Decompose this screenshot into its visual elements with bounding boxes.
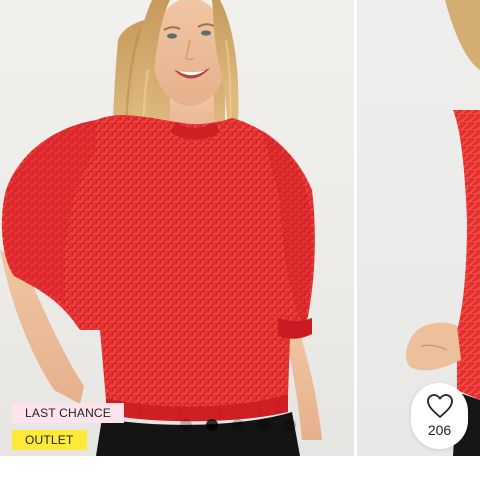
- favorite-count: 206: [427, 422, 452, 438]
- model-photo: [0, 0, 322, 456]
- product-image-main[interactable]: [0, 0, 354, 456]
- model-photo-back: [406, 0, 480, 456]
- product-image-next[interactable]: [357, 0, 480, 456]
- pagination-dot[interactable]: [232, 419, 244, 431]
- product-page: LAST CHANCE OUTLET 206: [0, 0, 480, 480]
- heart-outline-icon: [426, 394, 453, 418]
- product-image-carousel[interactable]: [0, 0, 480, 456]
- page-bottom-spacer: [0, 456, 480, 480]
- outlet-badge: OUTLET: [12, 430, 87, 450]
- favorite-button[interactable]: 206: [411, 383, 468, 449]
- carousel-pagination: [180, 419, 296, 431]
- pagination-dot[interactable]: [258, 419, 270, 431]
- pagination-dot[interactable]: [180, 419, 192, 431]
- last-chance-badge: LAST CHANCE: [12, 403, 125, 423]
- pagination-dot[interactable]: [284, 419, 296, 431]
- pagination-dot-active[interactable]: [206, 419, 218, 431]
